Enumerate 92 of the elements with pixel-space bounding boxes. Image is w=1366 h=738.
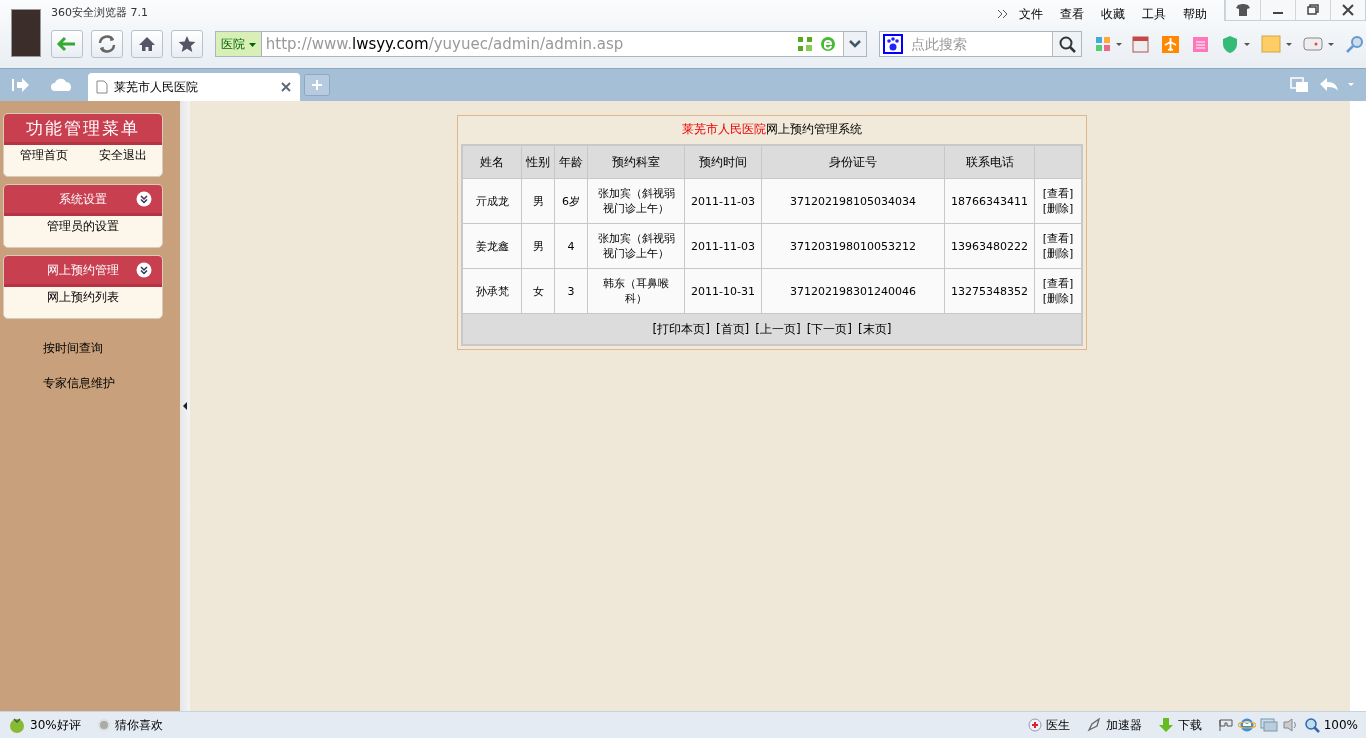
status-item[interactable]: 猜你喜欢 (114, 716, 163, 734)
dot-icon[interactable] (96, 718, 111, 732)
table-cell: 2011-11-03 (684, 178, 762, 224)
apps-icon[interactable] (1094, 34, 1122, 54)
zoom-level[interactable]: 100% (1323, 718, 1358, 732)
search-field[interactable]: 点此搜索 (879, 31, 1082, 57)
address-bar[interactable]: 医院 http://www.lwsyy.com/yuyuec/admin/admin.asp (215, 31, 867, 57)
url-text: http://www.lwsyy.com/yuyuec/admin/admin.asp (265, 35, 624, 53)
menu-item[interactable]: 帮助 (1183, 5, 1207, 23)
windows-icon[interactable] (1259, 718, 1278, 732)
menu-item[interactable]: 文件 (1019, 5, 1043, 23)
table-cell: 2011-11-03 (684, 223, 762, 269)
collapse-arrow-icon[interactable] (182, 401, 188, 411)
pager-link[interactable]: [下一页] (806, 321, 853, 336)
table-cell: 13963480222 (944, 223, 1035, 269)
menu-link[interactable]: 安全退出 (98, 147, 147, 164)
action-link[interactable]: [查看] (1041, 186, 1075, 201)
collapse-icon[interactable] (136, 262, 152, 278)
download-icon[interactable] (1157, 717, 1174, 733)
pager-link[interactable]: [打印本页] (652, 321, 710, 336)
status-item[interactable]: 医生 (1045, 716, 1070, 734)
column-header: 性别 (521, 145, 555, 179)
scrollbar[interactable] (1350, 101, 1366, 711)
action-link[interactable]: [删除] (1041, 201, 1075, 216)
column-header: 身份证号 (761, 145, 945, 179)
home-icon[interactable] (131, 30, 163, 58)
medical-cross-icon[interactable] (1027, 718, 1042, 732)
table-cell: 13275348352 (944, 268, 1035, 314)
column-header: 年龄 (554, 145, 588, 179)
table-cell: 亓成龙 (462, 178, 522, 224)
table-cell: 371202198105034034 (761, 178, 945, 224)
table-cell: 18766343411 (944, 178, 1035, 224)
table-cell: 3 (554, 268, 588, 314)
tomato-icon[interactable] (8, 716, 26, 734)
action-link[interactable]: [删除] (1041, 246, 1075, 261)
table-cell: 韩东（耳鼻喉科） (587, 268, 685, 314)
table-cell: 孙承梵 (462, 268, 522, 314)
panel-title: 网上预约管理 (47, 261, 119, 279)
search-icon[interactable] (1052, 32, 1081, 56)
menu-link[interactable]: 专家信息维护 (43, 375, 180, 392)
pager-link[interactable]: [末页] (858, 321, 892, 336)
dropdown-icon[interactable] (843, 32, 866, 56)
shield-icon[interactable] (1220, 34, 1252, 54)
refresh-icon[interactable] (91, 30, 123, 58)
back-icon[interactable] (51, 30, 83, 58)
chevron-icon[interactable] (997, 9, 1009, 19)
table-cell: 男 (521, 178, 555, 224)
action-link[interactable]: [查看] (1041, 231, 1075, 246)
pager-link[interactable]: [上一页] (755, 321, 801, 336)
column-header: 姓名 (462, 145, 522, 179)
caret-icon[interactable] (248, 43, 256, 48)
magnifier-icon[interactable] (1344, 34, 1366, 54)
scope-dropdown[interactable]: 医院 (216, 32, 262, 56)
table-cell: 女 (521, 268, 555, 314)
panel-title: 系统设置 (59, 190, 107, 208)
panel-title: 功能管理菜单 (26, 116, 140, 140)
close-icon[interactable] (280, 81, 292, 93)
menu-item[interactable]: 查看 (1060, 5, 1084, 23)
menu-link[interactable]: 管理员的设置 (47, 218, 119, 235)
action-link[interactable]: [查看] (1041, 276, 1075, 291)
table-cell: 男 (521, 223, 555, 269)
table-cell: 6岁 (554, 178, 588, 224)
menu-item[interactable]: 工具 (1142, 5, 1166, 23)
table-cell: 371203198010053212 (761, 223, 945, 269)
table-cell: 张加宾（斜视弱视门诊上午） (587, 178, 685, 224)
zoom-icon[interactable] (1303, 717, 1320, 733)
column-header: 预约科室 (587, 145, 685, 179)
column-header: 预约时间 (684, 145, 762, 179)
action-link[interactable]: [删除] (1041, 291, 1075, 306)
browser-tab[interactable]: 莱芜市人民医院 (88, 73, 300, 101)
pager-link[interactable]: [首页] (715, 321, 750, 336)
table-cell: 371202198301240046 (761, 268, 945, 314)
table-cell: 4 (554, 223, 588, 269)
window-title: 360安全浏览器 7.1 (51, 4, 148, 20)
avatar-photo-placeholder (11, 9, 41, 57)
new-tab-icon[interactable] (304, 74, 330, 96)
status-item[interactable]: 下载 (1177, 716, 1202, 734)
menu-link[interactable]: 网上预约列表 (47, 289, 119, 306)
menu-item[interactable]: 收藏 (1101, 5, 1125, 23)
collapse-icon[interactable] (136, 191, 152, 207)
status-item[interactable]: 加速器 (1105, 716, 1142, 734)
table-cell: 2011-10-31 (684, 268, 762, 314)
calendar-icon[interactable] (1130, 34, 1152, 54)
airplane-icon[interactable] (1160, 34, 1182, 54)
table-cell: 张加宾（斜视弱视门诊上午） (587, 223, 685, 269)
menu-link[interactable]: 按时间查询 (43, 340, 180, 357)
page-icon (96, 80, 108, 94)
status-item[interactable]: 30%好评 (30, 716, 81, 734)
table-title: 莱芜市人民医院网上预约管理系统 (681, 121, 863, 138)
menu-link[interactable]: 管理首页 (19, 147, 68, 164)
column-header: 联系电话 (944, 145, 1035, 179)
table-cell: 姜龙鑫 (462, 223, 522, 269)
